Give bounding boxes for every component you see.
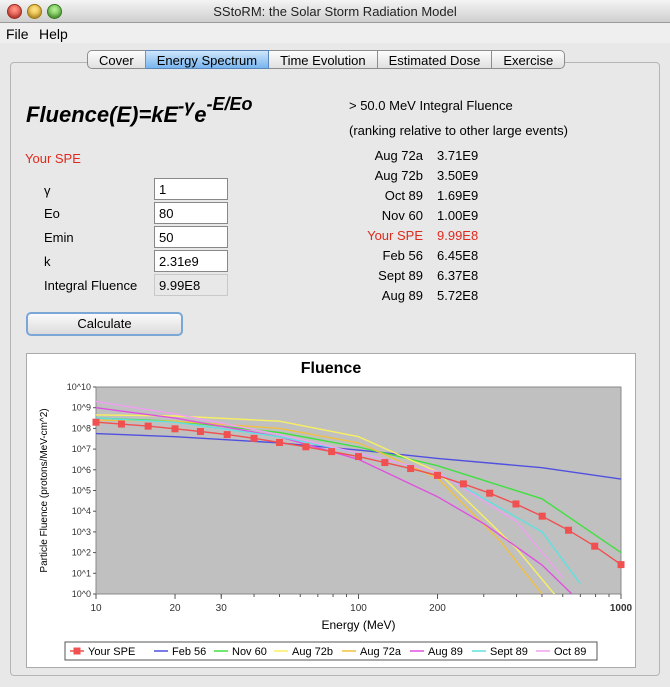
ranking-event-name: Feb 56 (382, 248, 423, 263)
ranking-event-name: Nov 60 (381, 208, 423, 223)
y-tick-label: 10^3 (72, 527, 91, 537)
gamma-label: γ (44, 183, 51, 198)
fluence-chart-svg: Fluence 10^0 10^1 10^2 10^3 10^4 10^5 10^6 10^7 1… (39, 360, 633, 661)
legend-label: Your SPE (88, 646, 135, 658)
series-point (171, 425, 179, 433)
tab-estimated-dose[interactable]: Estimated Dose (377, 50, 493, 69)
series-point (223, 431, 231, 439)
ranking-event-name: Aug 72b (374, 168, 423, 183)
series-point (196, 428, 204, 436)
series-point (407, 465, 415, 473)
y-tick-label: 10^4 (72, 506, 91, 516)
tab-bar: Cover Energy Spectrum Time Evolution Est… (87, 50, 566, 70)
y-tick-label: 10^1 (72, 568, 91, 578)
tab-cover[interactable]: Cover (87, 50, 146, 69)
emin-input[interactable] (154, 226, 228, 248)
window-titlebar: SStoRM: the Solar Storm Radiation Model (0, 0, 670, 23)
ranking-event-value: 3.71E9 (437, 148, 479, 163)
integral-fluence-label: Integral Fluence (44, 278, 138, 293)
legend-label: Aug 72b (292, 646, 333, 658)
k-label: k (44, 254, 51, 269)
series-point (486, 489, 494, 497)
window-title: SStoRM: the Solar Storm Radiation Model (213, 4, 457, 19)
ranking-event-name: Aug 72a (374, 148, 423, 163)
emin-label: Emin (44, 230, 74, 245)
legend-label: Feb 56 (172, 646, 206, 658)
x-tick-label: 10 (90, 603, 102, 614)
x-tick-label: 100 (350, 603, 367, 614)
series-point (512, 500, 520, 508)
x-tick-label: 200 (429, 603, 446, 614)
x-tick-label: 20 (169, 603, 181, 614)
your-spe-heading: Your SPE (25, 151, 81, 166)
series-point (355, 453, 362, 461)
x-tick-label: 30 (216, 603, 228, 614)
y-tick-label: 10^8 (72, 423, 91, 433)
series-point (617, 561, 625, 569)
legend-label: Aug 89 (428, 646, 463, 658)
ranking-title: > 50.0 MeV Integral Fluence (349, 98, 513, 113)
legend-label: Nov 60 (232, 646, 267, 658)
ranking-event-value: 3.50E9 (437, 168, 479, 183)
tab-time-evolution[interactable]: Time Evolution (269, 50, 378, 69)
calculate-button[interactable]: Calculate (26, 312, 183, 336)
series-point (381, 459, 389, 467)
fluence-chart: Fluence 10^0 10^1 10^2 10^3 10^4 10^5 10^6 10^7 1… (26, 353, 636, 668)
y-tick-label: 10^5 (72, 486, 91, 496)
series-point (328, 448, 336, 456)
menu-file[interactable]: File (6, 26, 29, 42)
ranking-event-value: 5.72E8 (437, 288, 479, 303)
series-point (591, 542, 599, 550)
menu-bar: File Help (0, 23, 670, 43)
y-tick-label: 10^9 (72, 403, 91, 413)
ranking-event-value: 1.69E9 (437, 188, 479, 203)
series-point (250, 434, 258, 442)
ranking-event-name: Sept 89 (378, 268, 423, 283)
ranking-event-value: 9.99E8 (437, 228, 479, 243)
x-tick-label: 1000 (610, 603, 633, 614)
y-axis-label: Particle Fluence (protons/MeV-cm^2) (39, 408, 50, 572)
formula-base: Fluence(E)=kE-γe-E/Eo (26, 95, 253, 127)
ranking-event-name: Aug 89 (381, 288, 423, 303)
menu-help[interactable]: Help (39, 26, 68, 42)
series-point (538, 512, 546, 520)
series-point (459, 480, 467, 488)
eo-input[interactable] (154, 202, 228, 224)
tab-exercise[interactable]: Exercise (492, 50, 566, 69)
y-tick-label: 10^2 (72, 548, 91, 558)
ranking-event-value: 6.37E8 (437, 268, 479, 283)
integral-fluence-value: 9.99E8 (154, 274, 228, 296)
k-input[interactable] (154, 250, 228, 272)
series-point (144, 422, 152, 430)
series-point (275, 438, 283, 446)
ranking-event-name: Your SPE (367, 228, 423, 243)
legend-label: Oct 89 (554, 646, 586, 658)
tab-energy-spectrum[interactable]: Energy Spectrum (145, 50, 270, 69)
chart-title: Fluence (301, 360, 362, 377)
gamma-input[interactable] (154, 178, 228, 200)
legend-label: Sept 89 (490, 646, 528, 658)
series-point (565, 526, 573, 534)
ranking-subtitle: (ranking relative to other large events) (349, 123, 568, 138)
ranking-event-value: 1.00E9 (437, 208, 479, 223)
x-axis-label: Energy (MeV) (321, 618, 395, 632)
series-point (92, 418, 100, 426)
legend-marker (73, 647, 81, 655)
series-point (117, 420, 125, 428)
ranking-event-name: Oct 89 (384, 188, 423, 203)
eo-label: Eo (44, 206, 60, 221)
legend-label: Aug 72a (360, 646, 402, 658)
fluence-formula: Fluence(E)=kE-γe-E/Eo (26, 94, 306, 136)
series-point (434, 471, 442, 479)
y-tick-label: 10^6 (72, 465, 91, 475)
y-tick-label: 10^0 (72, 589, 91, 599)
y-tick-label: 10^10 (67, 382, 91, 392)
series-point (302, 443, 310, 451)
ranking-event-value: 6.45E8 (437, 248, 479, 263)
y-tick-label: 10^7 (72, 444, 91, 454)
